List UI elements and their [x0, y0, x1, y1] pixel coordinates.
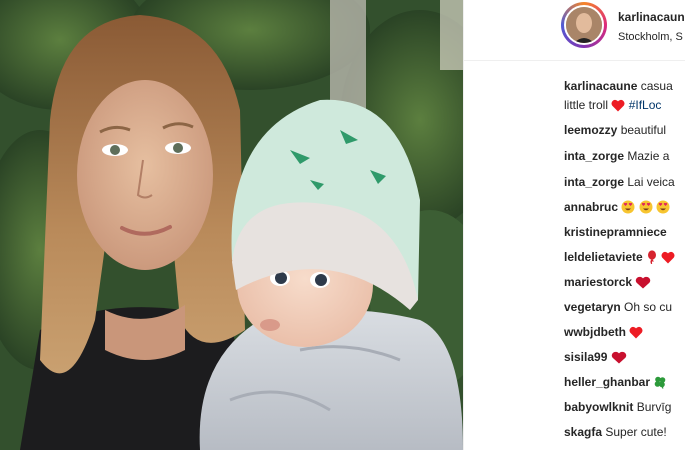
comment-username[interactable]: inta_zorge: [564, 149, 624, 163]
heart-icon: [661, 251, 675, 268]
owner-username[interactable]: karlinacaune: [618, 10, 685, 24]
comment-row: kristinepramniece: [564, 224, 685, 242]
heart-icon: [635, 276, 651, 293]
comment-username[interactable]: leldelietaviete: [564, 250, 643, 264]
comment-row: mariestorck: [564, 274, 685, 292]
comment-text: Super cute!: [605, 425, 667, 439]
heart-eyes-emoji-icon: [639, 200, 653, 218]
story-ring[interactable]: [561, 2, 607, 48]
comment-username[interactable]: annabruc: [564, 200, 618, 214]
comment-row: sisila99: [564, 349, 685, 367]
caption-text: casua: [640, 79, 673, 93]
heart-icon: [629, 326, 643, 343]
avatar-image: [566, 7, 602, 43]
balloon-icon: [646, 250, 658, 268]
comment-username[interactable]: wwbjdbeth: [564, 325, 626, 339]
comment-text: Lai veica: [627, 175, 675, 189]
comment-row: inta_zorge Mazie a: [564, 148, 685, 166]
caption-line-2: little troll #IfLoc: [564, 97, 685, 115]
comment-text: beautiful: [620, 123, 667, 137]
heart-icon: [611, 351, 627, 368]
comment-row: annabruc: [564, 199, 685, 217]
caption-hashtag[interactable]: #IfLoc: [629, 98, 662, 112]
caption: karlinacaune casua: [564, 78, 685, 96]
comment-row: vegetaryn Oh so cu: [564, 299, 685, 317]
post-header: karlinacaune Stockholm, S: [464, 0, 685, 61]
post-photo-image: [0, 0, 463, 450]
comment-row: wwbjdbeth: [564, 324, 685, 342]
comment-username[interactable]: skagfa: [564, 425, 602, 439]
avatar[interactable]: [564, 5, 604, 45]
comment-username[interactable]: babyowlknit: [564, 400, 633, 414]
comment-row: heller_ghanbar: [564, 374, 685, 392]
comment-row: inta_zorge Lai veica: [564, 174, 685, 192]
comment-text: Oh so cu: [624, 300, 673, 314]
comment-row: babyowlknit Burvīg: [564, 399, 685, 417]
comment-text: Burvīg: [636, 400, 672, 414]
post-photo[interactable]: [0, 0, 463, 450]
comment-row: leldelietaviete: [564, 249, 685, 267]
comment-text: Mazie a: [627, 149, 670, 163]
comment-username[interactable]: leemozzy: [564, 123, 617, 137]
comment-row: leemozzy beautiful: [564, 122, 685, 140]
comment-username[interactable]: sisila99: [564, 350, 607, 364]
comment-username[interactable]: kristinepramniece: [564, 225, 667, 239]
heart-eyes-emoji-icon: [656, 200, 670, 218]
caption-text-2: little troll: [564, 98, 609, 112]
heart-icon: [611, 99, 625, 116]
post-side-panel: karlinacaune Stockholm, S karlinacaune c…: [464, 0, 685, 450]
comment-username[interactable]: inta_zorge: [564, 175, 624, 189]
comment-row: skagfa Super cute!: [564, 424, 685, 442]
post-location[interactable]: Stockholm, S: [618, 31, 683, 43]
comment-username[interactable]: mariestorck: [564, 275, 632, 289]
comment-username[interactable]: vegetaryn: [564, 300, 621, 314]
comment-username[interactable]: heller_ghanbar: [564, 375, 650, 389]
caption-username[interactable]: karlinacaune: [564, 79, 637, 93]
heart-eyes-emoji-icon: [621, 200, 635, 218]
four-leaf-clover-icon: [653, 375, 667, 393]
